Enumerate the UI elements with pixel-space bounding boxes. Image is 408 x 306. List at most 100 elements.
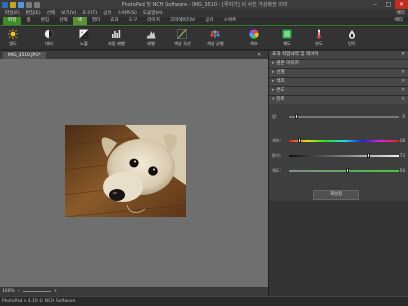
tab-edit[interactable]: 편집: [36, 17, 54, 25]
zoom-out-button[interactable]: –: [18, 289, 20, 294]
menu-bar: 파일(F) 편집(E) 선택 보기(V) 도구(T) 공유 스위트(S) 도움말…: [0, 9, 408, 17]
close-document-icon[interactable]: ✕: [257, 51, 261, 59]
effects-panel: 효과 적업내역 및 레이어 ✕ ▸ 원본 이미지 ▸ 선명 ✕ ▸ 색조 ✕ ▸ 온도 …: [268, 51, 408, 305]
remove-effect-icon[interactable]: ✕: [401, 87, 405, 95]
amount-slider-thumb[interactable]: [295, 114, 298, 119]
quick-access-toolbar: [0, 1, 40, 8]
brightness-button[interactable]: 명도: [8, 29, 18, 47]
save-icon[interactable]: [18, 1, 24, 8]
menu-edit[interactable]: 편집(E): [23, 10, 44, 16]
saturation-slider-thumb[interactable]: [346, 168, 349, 173]
remove-effect-icon[interactable]: ✕: [401, 78, 405, 86]
menu-share[interactable]: 공유: [100, 10, 114, 16]
amount-slider[interactable]: [289, 114, 399, 119]
saturation-button[interactable]: 채도: [282, 29, 292, 47]
app-icon: [2, 1, 8, 8]
auto-levels-button[interactable]: 자동 레벨: [108, 29, 125, 47]
color-toolbar: 명도 대비 + - 노출 자동 레벨 레벨 색상 곡선 색상 균형 색조 채도 …: [0, 27, 408, 50]
photo-image: [65, 125, 186, 217]
chevron-right-icon: ▸: [272, 61, 275, 66]
tab-select[interactable]: 선택: [54, 17, 72, 25]
undo-icon[interactable]: [26, 1, 32, 8]
menu-suite[interactable]: 스위트(S): [115, 10, 140, 16]
zoom-slider[interactable]: [22, 291, 51, 292]
zoom-bar: 100% – +: [0, 287, 268, 296]
tab-suite[interactable]: 스위트: [219, 17, 242, 25]
panel-close-icon[interactable]: ✕: [401, 51, 405, 59]
zoom-percent[interactable]: 100%: [2, 289, 15, 294]
hue-button[interactable]: 색조: [249, 29, 259, 47]
window-title: PhotoPad 및 NCH Software - IMG_3510 - [루이…: [121, 2, 288, 8]
title-bar: PhotoPad 및 NCH Software - IMG_3510 - [루이…: [0, 0, 408, 9]
tab-retouch[interactable]: 라이치: [142, 17, 165, 25]
svg-text:+: +: [81, 30, 84, 34]
levels-button[interactable]: 레벨: [146, 29, 156, 47]
ribbon-tabs: 파일 홈 편집 선택 색 필터 효과 도구 라이치 크리에이티브 공유 스위트 …: [0, 17, 408, 26]
hue-slider-thumb[interactable]: [298, 138, 301, 143]
menu-select[interactable]: 선택: [44, 10, 58, 16]
tint-icon: [349, 29, 355, 39]
exposure-button[interactable]: + - 노출: [79, 29, 89, 47]
chevron-right-icon: ▸: [272, 79, 275, 84]
tab-color[interactable]: 색: [72, 17, 87, 25]
tab-beta[interactable]: 베타: [390, 17, 408, 25]
tab-file[interactable]: 파일: [3, 17, 22, 25]
menu-tools[interactable]: 도구(T): [79, 10, 100, 16]
tab-home[interactable]: 홈: [21, 17, 35, 25]
chevron-down-icon: ▾: [272, 97, 275, 102]
document-tab-strip: IMG_3510.JPG* ✕: [0, 51, 268, 59]
hue-wheel-icon: [249, 29, 259, 39]
brightness-slider-row: 밝기: 73: [272, 153, 405, 158]
saturation-icon: [282, 29, 292, 39]
amount-slider-row: 양: 0: [272, 114, 405, 119]
section-tint[interactable]: ▾ 틴트 ✕: [269, 95, 408, 104]
remove-effect-icon[interactable]: ✕: [401, 69, 405, 77]
hue-slider-row: 색조: 18: [272, 138, 405, 143]
minimize-button[interactable]: –: [369, 0, 382, 9]
color-balance-button[interactable]: 색상 균형: [207, 29, 224, 47]
section-sharpen[interactable]: ▸ 선명 ✕: [269, 68, 408, 77]
section-hue[interactable]: ▸ 색조 ✕: [269, 77, 408, 86]
tab-tools[interactable]: 도구: [124, 17, 142, 25]
contrast-button[interactable]: 대비: [44, 29, 54, 47]
panel-empty-area: [269, 201, 408, 305]
brightness-slider[interactable]: [289, 153, 399, 158]
menu-beta[interactable]: 베타: [394, 10, 408, 16]
color-balance-icon: [210, 30, 220, 38]
brightness-sun-icon: [8, 29, 18, 39]
image-canvas[interactable]: [0, 59, 268, 287]
hue-slider[interactable]: [289, 138, 399, 143]
tint-button[interactable]: 틴트: [347, 29, 357, 47]
section-original-image[interactable]: ▸ 원본 이미지: [269, 59, 408, 68]
levels-icon: [146, 31, 156, 39]
color-curves-button[interactable]: 색상 곡선: [174, 29, 191, 47]
brightness-slider-thumb[interactable]: [367, 153, 370, 158]
color-curves-icon: [177, 29, 188, 39]
section-temperature[interactable]: ▸ 온도 ✕: [269, 86, 408, 95]
temperature-button[interactable]: 온도: [314, 29, 324, 47]
status-bar: PhotoPad v 4.10 © NCH Software: [0, 296, 408, 306]
zoom-in-button[interactable]: +: [54, 289, 58, 294]
tab-filter[interactable]: 필터: [87, 17, 105, 25]
menu-help[interactable]: 도움말(H): [140, 10, 166, 16]
chevron-right-icon: ▸: [272, 88, 275, 93]
chevron-right-icon: ▸: [272, 70, 275, 75]
saturation-slider[interactable]: [289, 168, 399, 173]
menu-file[interactable]: 파일(F): [2, 10, 23, 16]
tab-creative[interactable]: 크리에이티브: [165, 17, 200, 25]
maximize-button[interactable]: □: [382, 0, 395, 9]
reset-button[interactable]: 재설정: [313, 190, 359, 200]
open-icon[interactable]: [10, 1, 16, 8]
menu-view[interactable]: 보기(V): [58, 10, 79, 16]
auto-levels-icon: [112, 30, 121, 38]
tab-share[interactable]: 공유: [200, 17, 218, 25]
temperature-icon: [317, 29, 321, 39]
document-tab[interactable]: IMG_3510.JPG*: [3, 52, 46, 59]
close-button[interactable]: ✕: [395, 0, 408, 9]
contrast-icon: [44, 29, 54, 39]
panel-title: 효과 적업내역 및 레이어: [272, 52, 319, 57]
remove-effect-icon[interactable]: ✕: [401, 96, 405, 104]
panel-header: 효과 적업내역 및 레이어 ✕: [269, 51, 408, 59]
tab-effects[interactable]: 효과: [105, 17, 123, 25]
saturation-slider-row: 채도: 54: [272, 168, 405, 173]
